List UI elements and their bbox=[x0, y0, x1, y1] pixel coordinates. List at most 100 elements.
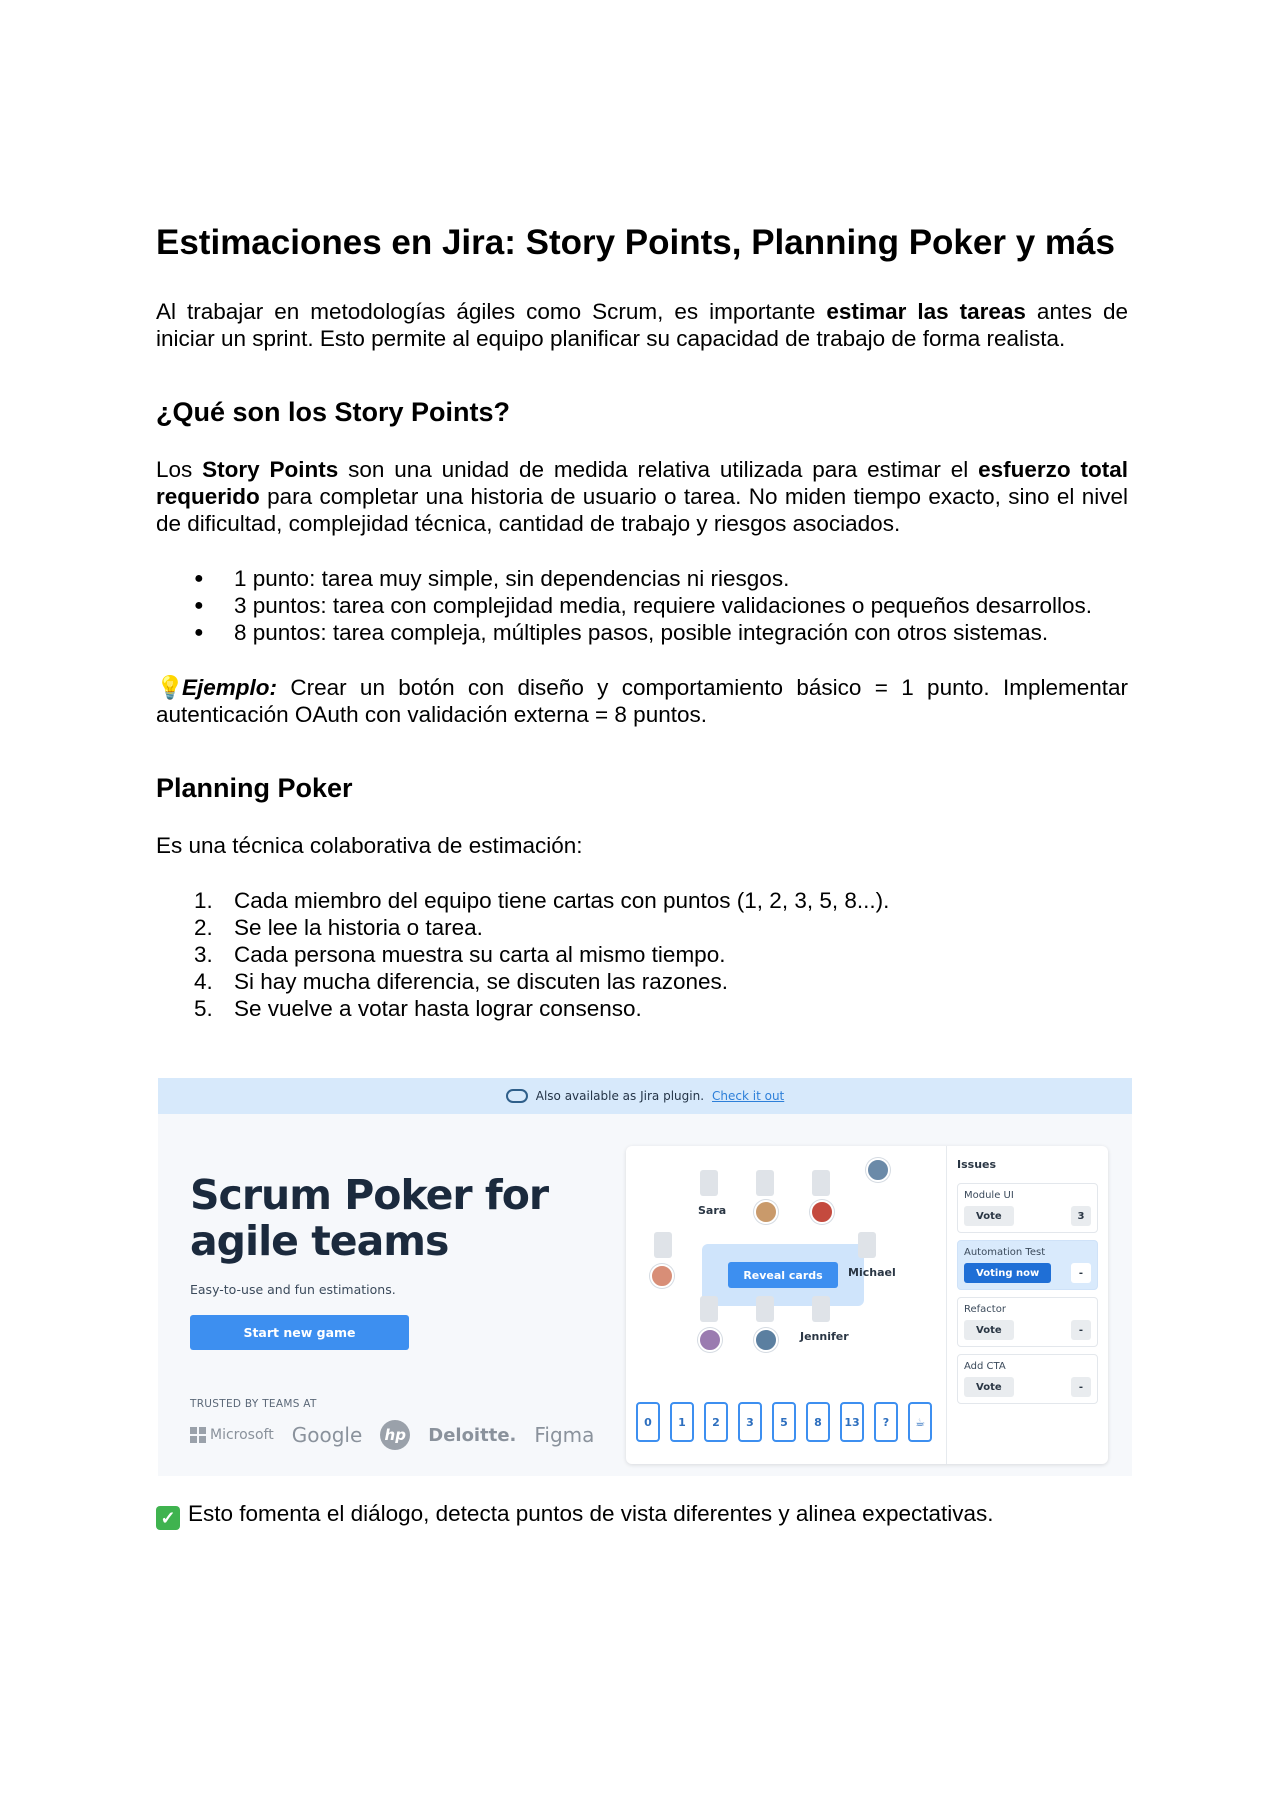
vote-button[interactable]: Vote bbox=[964, 1377, 1014, 1397]
client-logos: Microsoft Google hp Deloitte. Figma bbox=[190, 1420, 594, 1450]
issue-name: Add CTA bbox=[964, 1361, 1006, 1372]
coffee-card[interactable]: ☕ bbox=[908, 1402, 932, 1442]
avatar bbox=[754, 1200, 778, 1224]
plugin-banner: Also available as Jira plugin. Check it … bbox=[158, 1078, 1132, 1114]
issue-name: Module UI bbox=[964, 1190, 1014, 1201]
issue-card[interactable]: Add CTA Vote - bbox=[957, 1354, 1098, 1404]
vote-button[interactable]: Vote bbox=[964, 1320, 1014, 1340]
list-item: 3. Cada persona muestra su carta al mismo… bbox=[194, 942, 726, 967]
avatar bbox=[698, 1328, 722, 1352]
poker-board: Sara Reveal cards Michael Jennifer 0 1 2… bbox=[626, 1146, 1108, 1464]
intro-paragraph: Al trabajar en metodologías ágiles como … bbox=[156, 298, 1128, 352]
issue-card[interactable]: Module UI Vote 3 bbox=[957, 1183, 1098, 1233]
card-option[interactable]: 1 bbox=[670, 1402, 694, 1442]
avatar bbox=[650, 1264, 674, 1288]
vote-button[interactable]: Vote bbox=[964, 1206, 1014, 1226]
sp-text-1: Los bbox=[156, 457, 203, 482]
card-option[interactable]: 13 bbox=[840, 1402, 864, 1442]
card-option[interactable]: 3 bbox=[738, 1402, 762, 1442]
start-new-game-button[interactable]: Start new game bbox=[190, 1315, 409, 1350]
poker-table: Sara Reveal cards Michael Jennifer 0 1 2… bbox=[626, 1146, 946, 1464]
check-it-out-link[interactable]: Check it out bbox=[712, 1089, 784, 1103]
example-label: Ejemplo: bbox=[182, 675, 278, 700]
figma-logo: Figma bbox=[534, 1423, 595, 1447]
card-option[interactable]: 2 bbox=[704, 1402, 728, 1442]
list-item: 1. Cada miembro del equipo tiene cartas c… bbox=[194, 888, 890, 913]
player-card-slot bbox=[700, 1170, 718, 1196]
card-option[interactable]: 0 bbox=[636, 1402, 660, 1442]
player-card-slot bbox=[700, 1296, 718, 1322]
step-text: Cada miembro del equipo tiene cartas con… bbox=[234, 888, 890, 913]
card-option[interactable]: 5 bbox=[772, 1402, 796, 1442]
robot-icon bbox=[505, 1089, 528, 1103]
list-item: ● 1 punto: tarea muy simple, sin dependen… bbox=[156, 565, 1128, 592]
list-item: ● 8 puntos: tarea compleja, múltiples pas… bbox=[156, 619, 1128, 646]
deloitte-logo: Deloitte. bbox=[428, 1424, 517, 1446]
hero-title-line: Scrum Poker for bbox=[190, 1171, 549, 1219]
sp-bold-1: Story Points bbox=[202, 457, 339, 482]
table-center: Reveal cards bbox=[702, 1244, 864, 1306]
google-logo: Google bbox=[291, 1423, 363, 1447]
intro-text-start: Al trabajar en metodologías ágiles como … bbox=[156, 299, 827, 324]
list-item: 4. Si hay mucha diferencia, se discuten l… bbox=[194, 969, 729, 994]
player-name: Michael bbox=[848, 1266, 896, 1279]
planning-intro: Es una técnica colaborativa de estimació… bbox=[156, 833, 583, 858]
issue-name: Automation Test bbox=[964, 1247, 1046, 1258]
example-paragraph: 💡Ejemplo: Crear un botón con diseño y co… bbox=[156, 674, 1128, 728]
player-card-slot bbox=[654, 1232, 672, 1258]
issue-points: 3 bbox=[1071, 1206, 1091, 1226]
player-card-slot bbox=[812, 1170, 830, 1196]
lightbulb-icon: 💡 bbox=[156, 675, 185, 700]
player-card-slot bbox=[812, 1296, 830, 1322]
bullet-text: 3 puntos: tarea con complejidad media, r… bbox=[234, 593, 1093, 618]
issues-sidebar: Issues Module UI Vote 3 Automation Test … bbox=[946, 1146, 1108, 1464]
issue-points: - bbox=[1071, 1320, 1091, 1340]
check-mark-icon: ✓ bbox=[156, 1506, 180, 1530]
issue-card[interactable]: Refactor Vote - bbox=[957, 1297, 1098, 1347]
card-option[interactable]: 8 bbox=[806, 1402, 830, 1442]
bullet-marker: ● bbox=[194, 624, 204, 641]
reveal-cards-button[interactable]: Reveal cards bbox=[728, 1262, 838, 1288]
document-body: Estimaciones en Jira: Story Points, Plan… bbox=[156, 222, 1128, 1022]
issues-title: Issues bbox=[957, 1158, 997, 1171]
player-card-slot bbox=[756, 1170, 774, 1196]
story-points-paragraph: Los Story Points son una unidad de medid… bbox=[156, 456, 1128, 537]
sp-text-3: para completar una historia de usuario o… bbox=[156, 484, 1128, 536]
steps-list: 1. Cada miembro del equipo tiene cartas c… bbox=[156, 887, 1128, 1022]
points-list: ● 1 punto: tarea muy simple, sin dependen… bbox=[156, 565, 1128, 646]
step-text: Se lee la historia o tarea. bbox=[234, 915, 483, 940]
player-card-slot bbox=[756, 1296, 774, 1322]
hero-title-line: agile teams bbox=[190, 1217, 449, 1265]
list-item: ● 3 puntos: tarea con complejidad media, … bbox=[156, 592, 1128, 619]
player-name: Sara bbox=[698, 1204, 727, 1217]
step-text: Cada persona muestra su carta al mismo t… bbox=[234, 942, 726, 967]
avatar bbox=[810, 1200, 834, 1224]
card-option[interactable]: ? bbox=[874, 1402, 898, 1442]
section-heading-planning-poker: Planning Poker bbox=[156, 773, 353, 803]
closing-text: Esto fomenta el diálogo, detecta puntos … bbox=[188, 1501, 994, 1526]
hero-subtitle: Easy-to-use and fun estimations. bbox=[190, 1282, 396, 1297]
voting-now-button[interactable]: Voting now bbox=[964, 1263, 1052, 1283]
bullet-marker: ● bbox=[194, 570, 204, 587]
avatar bbox=[866, 1158, 890, 1182]
estimation-cards: 0 1 2 3 5 8 13 ? ☕ bbox=[636, 1402, 932, 1442]
bullet-marker: ● bbox=[194, 597, 204, 614]
player-name: Jennifer bbox=[800, 1330, 849, 1343]
intro-bold: estimar las tareas bbox=[826, 299, 1026, 324]
issue-points: - bbox=[1071, 1377, 1091, 1397]
avatar bbox=[754, 1328, 778, 1352]
issue-card[interactable]: Automation Test Voting now - bbox=[957, 1240, 1098, 1290]
bullet-text: 8 puntos: tarea compleja, múltiples paso… bbox=[234, 620, 1049, 645]
step-text: Se vuelve a votar hasta lograr consenso. bbox=[234, 996, 642, 1021]
page-title: Estimaciones en Jira: Story Points, Plan… bbox=[156, 223, 1115, 262]
step-text: Si hay mucha diferencia, se discuten las… bbox=[234, 969, 729, 994]
list-item: 2. Se lee la historia o tarea. bbox=[194, 915, 483, 940]
trusted-by-label: TRUSTED BY TEAMS AT bbox=[190, 1398, 317, 1410]
issue-name: Refactor bbox=[964, 1304, 1006, 1315]
microsoft-logo: Microsoft bbox=[190, 1427, 274, 1443]
closing-paragraph: ✓ Esto fomenta el diálogo, detecta puntos… bbox=[156, 1500, 994, 1530]
hp-logo: hp bbox=[380, 1420, 411, 1450]
sp-text-2: son una unidad de medida relativa utiliz… bbox=[338, 457, 979, 482]
banner-text: Also available as Jira plugin. bbox=[535, 1089, 705, 1103]
player-card-slot bbox=[858, 1232, 876, 1258]
